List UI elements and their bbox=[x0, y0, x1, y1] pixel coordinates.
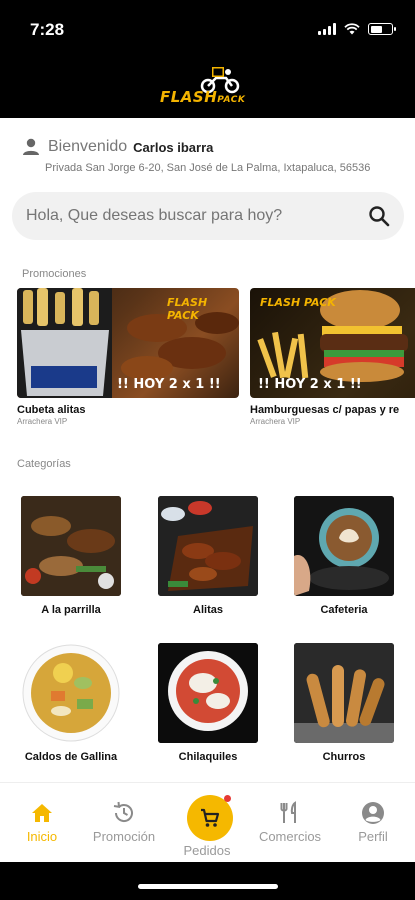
logo-sub: PACK bbox=[217, 95, 246, 105]
promo-image[interactable]: FLASH PACK !! HOY 2 x 1 !! bbox=[17, 288, 239, 398]
category-image[interactable] bbox=[158, 643, 258, 743]
app-logo: FLASHPACK bbox=[160, 64, 260, 112]
categories-label: Categorías bbox=[17, 458, 71, 470]
nav-perfil[interactable]: Perfil bbox=[333, 783, 413, 844]
category-label: Alitas bbox=[193, 604, 223, 616]
promo-subtitle: Arrachera VIP bbox=[17, 417, 68, 426]
promotions-label: Promociones bbox=[22, 268, 87, 280]
nav-label: Comercios bbox=[258, 829, 322, 844]
cart-button[interactable] bbox=[187, 795, 233, 841]
churros-illustration bbox=[294, 643, 394, 743]
category-chilaquiles[interactable]: Chilaquiles bbox=[158, 643, 258, 763]
category-churros[interactable]: Churros bbox=[294, 643, 394, 763]
restaurant-icon[interactable] bbox=[278, 801, 302, 825]
nav-promocion[interactable]: Promoción bbox=[84, 783, 164, 844]
category-image[interactable] bbox=[21, 496, 121, 596]
category-image[interactable] bbox=[21, 643, 121, 743]
grill-illustration bbox=[21, 496, 121, 596]
search-icon[interactable] bbox=[368, 205, 390, 227]
category-alitas[interactable]: Alitas bbox=[158, 496, 258, 616]
nav-inicio[interactable]: Inicio bbox=[2, 783, 82, 844]
bottom-navigation: Inicio Promoción Pedidos Comercios Perfi… bbox=[0, 782, 415, 862]
cart-icon[interactable] bbox=[198, 806, 222, 830]
home-icon[interactable] bbox=[30, 801, 54, 825]
nav-label: Promoción bbox=[92, 829, 156, 844]
promo-badge: !! HOY 2 x 1 !! bbox=[117, 377, 221, 392]
category-label: Churros bbox=[322, 751, 366, 763]
category-label: Chilaquiles bbox=[178, 751, 238, 763]
promo-image[interactable]: FLASH PACK !! HOY 2 x 1 !! bbox=[250, 288, 415, 398]
nav-pedidos[interactable]: Pedidos bbox=[167, 783, 247, 863]
signal-icon bbox=[318, 23, 336, 35]
coffee-illustration bbox=[294, 496, 394, 596]
status-time: 7:28 bbox=[30, 20, 65, 39]
promo-logo: FLASH PACK bbox=[260, 296, 336, 309]
category-label: Caldos de Gallina bbox=[24, 751, 118, 763]
wifi-icon bbox=[344, 23, 360, 35]
profile-icon[interactable] bbox=[361, 801, 385, 825]
user-name: Carlos ibarra bbox=[133, 139, 214, 155]
nav-comercios[interactable]: Comercios bbox=[250, 783, 330, 844]
promo-card[interactable]: FLASH PACK !! HOY 2 x 1 !! Cubeta alitas… bbox=[17, 288, 239, 426]
promo-card[interactable]: FLASH PACK !! HOY 2 x 1 !! Hamburguesas … bbox=[250, 288, 415, 426]
category-a-la-parrilla[interactable]: A la parrilla bbox=[21, 496, 121, 616]
nav-label: Inicio bbox=[26, 829, 58, 844]
status-icons bbox=[318, 23, 396, 35]
category-label: A la parrilla bbox=[41, 604, 101, 616]
soup-illustration bbox=[22, 644, 120, 742]
wings-illustration bbox=[158, 496, 258, 596]
category-caldos-de-gallina[interactable]: Caldos de Gallina bbox=[21, 643, 121, 763]
category-cafeteria[interactable]: Cafeteria bbox=[294, 496, 394, 616]
user-icon bbox=[23, 138, 39, 155]
promo-title[interactable]: Cubeta alitas bbox=[17, 404, 239, 416]
nav-label: Pedidos bbox=[183, 843, 231, 858]
category-label: Cafeteria bbox=[320, 604, 368, 616]
battery-icon bbox=[368, 23, 396, 35]
promotions-carousel[interactable]: FLASH PACK !! HOY 2 x 1 !! Cubeta alitas… bbox=[17, 288, 415, 438]
category-image[interactable] bbox=[294, 643, 394, 743]
welcome-row: Bienvenido Carlos ibarra bbox=[22, 138, 213, 156]
category-image[interactable] bbox=[158, 496, 258, 596]
search-input[interactable] bbox=[26, 207, 356, 225]
search-bar[interactable] bbox=[12, 192, 404, 240]
history-icon[interactable] bbox=[112, 801, 136, 825]
delivery-address[interactable]: Privada San Jorge 6-20, San José de La P… bbox=[45, 162, 370, 174]
cart-notification-dot bbox=[224, 795, 231, 802]
home-indicator[interactable] bbox=[138, 884, 278, 889]
chilaquiles-illustration bbox=[158, 643, 258, 743]
promo-logo: FLASH PACK bbox=[167, 296, 208, 322]
category-image[interactable] bbox=[294, 496, 394, 596]
logo-text: FLASHPACK bbox=[160, 88, 245, 106]
nav-label: Perfil bbox=[358, 829, 388, 844]
home-indicator-area bbox=[0, 862, 415, 900]
welcome-prefix: Bienvenido bbox=[48, 138, 128, 155]
top-bar: 7:28 FLASHPACK bbox=[0, 0, 415, 118]
logo-main: FLASH bbox=[160, 88, 218, 106]
home-content: Bienvenido Carlos ibarra Privada San Jor… bbox=[0, 118, 415, 782]
promo-subtitle: Arrachera VIP bbox=[250, 417, 301, 426]
promo-badge: !! HOY 2 x 1 !! bbox=[258, 377, 362, 392]
promo-title[interactable]: Hamburguesas c/ papas y re bbox=[250, 404, 415, 416]
